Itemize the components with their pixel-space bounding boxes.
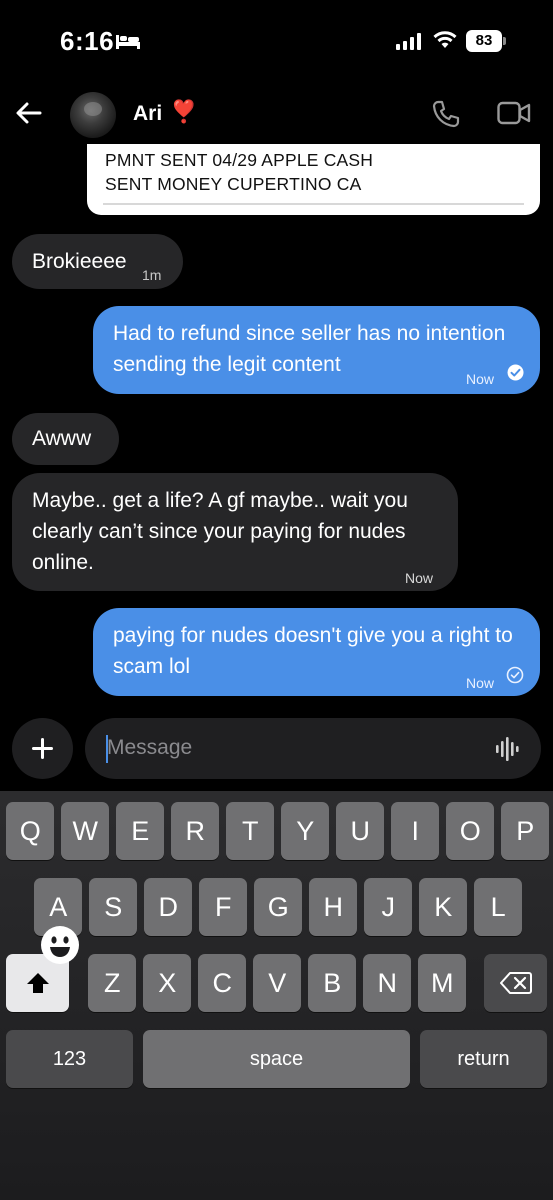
key-w[interactable]: W [61, 802, 110, 860]
status-bar: 6:16 83 [0, 0, 553, 80]
message-text: Awww [32, 427, 92, 450]
wifi-icon [433, 31, 457, 48]
key-c[interactable]: C [198, 954, 247, 1012]
receipt-line: SENT MONEY CUPERTINO CA [105, 174, 362, 194]
shared-receipt-image[interactable]: PMNT SENT 04/29 APPLE CASH SENT MONEY CU… [87, 144, 540, 215]
key-m[interactable]: M [418, 954, 467, 1012]
key-d[interactable]: D [144, 878, 193, 936]
backspace-key[interactable] [484, 954, 547, 1012]
message-composer [0, 710, 553, 790]
message-text: Had to refund since seller has no intent… [113, 322, 506, 376]
add-attachment-button[interactable] [12, 718, 73, 779]
video-call-icon[interactable] [497, 100, 531, 126]
key-u[interactable]: U [336, 802, 385, 860]
receipt-line: PMNT SENT 04/29 APPLE CASH [105, 150, 374, 170]
status-time: 6:16 [60, 26, 115, 56]
message-thread[interactable]: PMNT SENT 04/29 APPLE CASH SENT MONEY CU… [0, 144, 553, 710]
key-p[interactable]: P [501, 802, 550, 860]
battery-icon: 83 [466, 30, 506, 52]
key-f[interactable]: F [199, 878, 248, 936]
cellular-signal-icon [396, 33, 421, 50]
contact-avatar[interactable] [70, 92, 116, 138]
key-j[interactable]: J [364, 878, 413, 936]
back-arrow-icon[interactable] [14, 98, 44, 128]
delivered-check-icon [506, 666, 524, 684]
key-x[interactable]: X [143, 954, 192, 1012]
shift-arrow-icon [26, 973, 49, 993]
key-o[interactable]: O [446, 802, 495, 860]
key-v[interactable]: V [253, 954, 302, 1012]
key-h[interactable]: H [309, 878, 358, 936]
key-l[interactable]: L [474, 878, 523, 936]
voice-message-icon[interactable] [495, 736, 523, 762]
key-g[interactable]: G [254, 878, 303, 936]
key-i[interactable]: I [391, 802, 440, 860]
message-time: Now [405, 570, 434, 586]
return-key[interactable]: return [420, 1030, 547, 1088]
space-key[interactable]: space [143, 1030, 410, 1088]
heart-emoji: ❣️ [170, 99, 198, 124]
on-screen-keyboard: QWERTYUIOP ASDFGHJKL ZXCVBNM 123 space r… [0, 791, 553, 1200]
key-e[interactable]: E [116, 802, 165, 860]
incoming-message[interactable]: Awww [12, 413, 119, 465]
message-time: Now [466, 675, 495, 691]
read-check-icon [507, 364, 524, 381]
key-y[interactable]: Y [281, 802, 330, 860]
incoming-message[interactable]: Maybe.. get a life? A gf maybe.. wait yo… [12, 473, 458, 591]
message-text: Maybe.. get a life? A gf maybe.. wait yo… [32, 489, 408, 574]
message-text: Brokieeee [32, 250, 127, 273]
key-b[interactable]: B [308, 954, 357, 1012]
battery-level: 83 [466, 30, 502, 52]
delete-backspace-icon [499, 972, 532, 994]
key-z[interactable]: Z [88, 954, 137, 1012]
contact-name[interactable]: Ari [133, 102, 162, 126]
numbers-key[interactable]: 123 [6, 1030, 133, 1088]
message-input-container[interactable] [85, 718, 541, 779]
key-n[interactable]: N [363, 954, 412, 1012]
key-k[interactable]: K [419, 878, 468, 936]
key-q[interactable]: Q [6, 802, 55, 860]
sleep-focus-icon [116, 35, 140, 49]
outgoing-message[interactable]: paying for nudes doesn't give you a righ… [93, 608, 540, 696]
message-time: Now [466, 371, 495, 387]
outgoing-message[interactable]: Had to refund since seller has no intent… [93, 306, 540, 394]
key-s[interactable]: S [89, 878, 138, 936]
chat-header: Ari ❣️ [0, 80, 553, 150]
message-text: paying for nudes doesn't give you a righ… [113, 624, 513, 678]
phone-call-icon[interactable] [430, 98, 462, 130]
emoji-keyboard-icon[interactable] [40, 925, 80, 965]
incoming-message[interactable]: Brokieeee 1m [12, 234, 183, 289]
message-input[interactable] [107, 732, 467, 764]
message-time: 1m [142, 267, 162, 283]
key-r[interactable]: R [171, 802, 220, 860]
key-t[interactable]: T [226, 802, 275, 860]
